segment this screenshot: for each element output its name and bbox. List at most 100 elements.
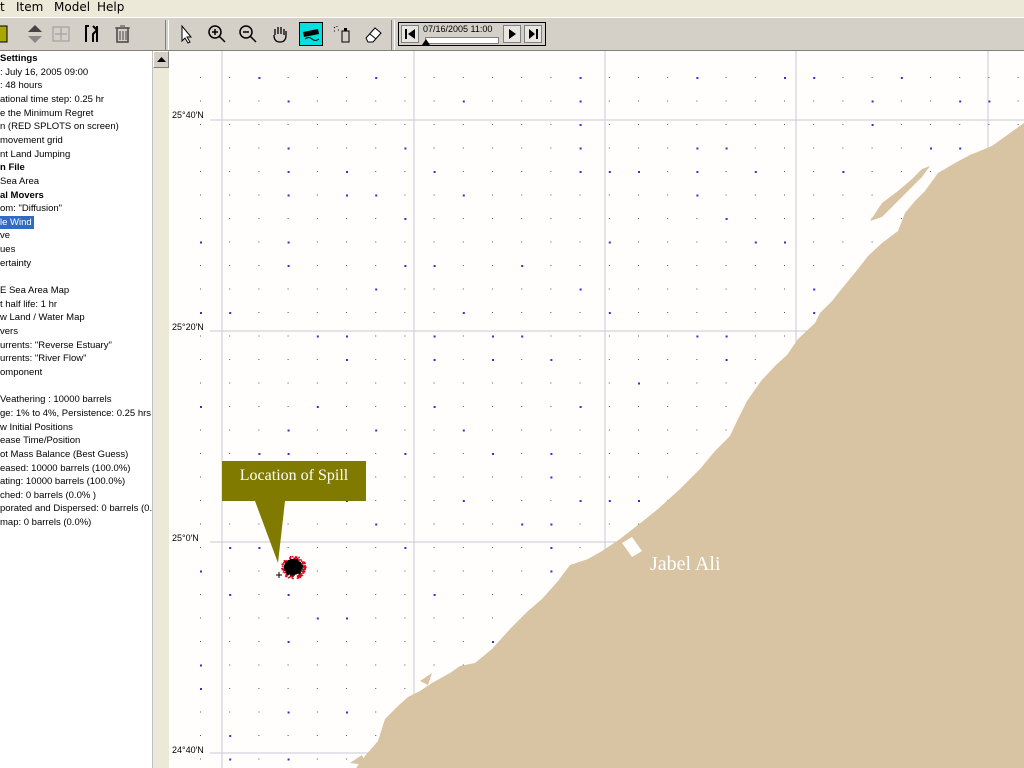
current-arrow xyxy=(696,312,698,313)
current-arrow xyxy=(258,406,260,407)
list-item[interactable]: ertainty xyxy=(0,257,31,270)
list-item[interactable]: ot Mass Balance (Best Guess) xyxy=(0,448,128,461)
list-item[interactable]: E Sea Area Map xyxy=(0,284,69,297)
current-arrow xyxy=(550,194,552,196)
step-forward-button[interactable] xyxy=(503,25,521,43)
list-item[interactable]: Veathering : 10000 barrels xyxy=(0,393,111,406)
current-arrow xyxy=(696,171,699,173)
list-item[interactable]: w Land / Water Map xyxy=(0,311,85,324)
current-arrow xyxy=(433,617,435,619)
current-arrow xyxy=(404,218,407,220)
current-arrow xyxy=(346,265,347,266)
current-arrow xyxy=(754,218,756,219)
list-item[interactable]: map: 0 barrels (0.0%) xyxy=(0,516,91,529)
current-arrow xyxy=(492,594,493,595)
settings-button[interactable] xyxy=(49,22,73,46)
current-arrow xyxy=(667,476,669,478)
eraser-icon[interactable] xyxy=(361,22,385,46)
current-arrow xyxy=(521,100,523,102)
menu-item-item[interactable]: Item xyxy=(16,0,43,15)
spray-can-icon[interactable] xyxy=(330,22,354,46)
current-arrow xyxy=(900,124,902,125)
current-arrow xyxy=(375,288,378,291)
list-item[interactable]: nt Land Jumping xyxy=(0,148,70,161)
arrow-select-icon[interactable] xyxy=(174,22,198,46)
current-arrow xyxy=(404,77,406,78)
current-arrow xyxy=(784,288,785,290)
list-item[interactable]: om: "Diffusion" xyxy=(0,202,62,215)
current-arrow xyxy=(608,406,610,407)
list-item[interactable]: urrents: "River Flow" xyxy=(0,352,86,365)
list-item[interactable]: ues xyxy=(0,243,15,256)
vertical-scrollbar[interactable] xyxy=(152,51,169,768)
list-item[interactable]: ched: 0 barrels (0.0% ) xyxy=(0,489,96,502)
time-slider-track[interactable] xyxy=(425,37,499,44)
list-item[interactable]: : 48 hours xyxy=(0,79,42,92)
spill-tool-icon[interactable] xyxy=(299,22,323,46)
menu-item-edit[interactable]: t xyxy=(0,0,5,15)
trash-icon[interactable] xyxy=(110,22,134,46)
tools-icon[interactable] xyxy=(79,22,103,46)
current-arrow xyxy=(404,194,406,196)
list-item[interactable]: e the Minimum Regret xyxy=(0,107,93,120)
current-arrow xyxy=(696,124,698,125)
current-arrow xyxy=(988,77,990,78)
rewind-button[interactable] xyxy=(401,25,419,43)
menu-item-model[interactable]: Model xyxy=(54,0,90,15)
current-arrow xyxy=(200,594,201,595)
list-item[interactable]: : July 16, 2005 09:00 xyxy=(0,66,88,79)
spill-particle xyxy=(297,577,300,579)
list-item[interactable]: ge: 1% to 4%, Persistence: 0.25 hrs xyxy=(0,407,151,420)
list-item[interactable]: Sea Area xyxy=(0,175,39,188)
current-arrow xyxy=(608,453,610,454)
toolbar-separator xyxy=(165,20,169,50)
current-arrow xyxy=(346,711,348,714)
current-arrow xyxy=(725,194,727,196)
list-item-selected[interactable]: le Wind xyxy=(0,215,34,229)
list-item[interactable]: n File xyxy=(0,161,25,174)
run-to-end-button[interactable] xyxy=(524,25,542,43)
list-item[interactable]: Settings xyxy=(0,52,37,65)
time-slider-thumb[interactable] xyxy=(422,39,431,45)
current-arrow xyxy=(492,218,493,219)
color-swatch-button[interactable] xyxy=(0,22,16,46)
current-arrow xyxy=(258,147,260,149)
list-item[interactable]: ating: 10000 barrels (100.0%) xyxy=(0,475,125,488)
list-item[interactable]: ease Time/Position xyxy=(0,434,80,447)
current-arrow xyxy=(930,100,931,102)
time-display: 07/16/2005 11:00 xyxy=(423,24,493,34)
list-item[interactable]: n (RED SPLOTS on screen) xyxy=(0,120,119,133)
list-item[interactable]: eased: 10000 barrels (100.0%) xyxy=(0,462,130,475)
map-view[interactable]: 25°40′N 25°20′N 25°0′N 24°40′N Location … xyxy=(170,51,1024,768)
current-arrow xyxy=(579,547,581,548)
zoom-out-icon[interactable] xyxy=(236,22,260,46)
current-arrow xyxy=(667,406,669,407)
current-arrow xyxy=(754,241,757,244)
move-up-down-button[interactable] xyxy=(23,22,47,46)
list-item[interactable]: vers xyxy=(0,325,18,338)
current-arrow xyxy=(550,500,552,501)
current-arrow xyxy=(258,171,260,172)
list-item[interactable]: w Initial Positions xyxy=(0,421,73,434)
zoom-in-icon[interactable] xyxy=(205,22,229,46)
list-item[interactable]: movement grid xyxy=(0,134,63,147)
current-arrow xyxy=(229,335,231,337)
hand-pan-icon[interactable] xyxy=(268,22,292,46)
current-arrow xyxy=(200,547,201,548)
current-arrow xyxy=(346,758,347,760)
current-arrow xyxy=(346,241,347,243)
current-arrow xyxy=(229,100,231,102)
list-item[interactable]: porated and Dispersed: 0 barrels (0.0% xyxy=(0,502,152,515)
list-item[interactable]: t half life: 1 hr xyxy=(0,298,57,311)
current-arrow xyxy=(842,241,844,243)
list-item[interactable]: ve xyxy=(0,229,10,242)
menu-item-help[interactable]: Help xyxy=(97,0,124,15)
current-arrow xyxy=(521,547,523,548)
list-item[interactable]: urrents: "Reverse Estuary" xyxy=(0,339,112,352)
list-item[interactable]: al Movers xyxy=(0,189,44,202)
scroll-up-arrow-icon[interactable] xyxy=(153,51,169,68)
current-arrow xyxy=(930,124,931,125)
list-item[interactable]: ational time step: 0.25 hr xyxy=(0,93,104,106)
current-arrow xyxy=(638,312,639,313)
list-item[interactable]: omponent xyxy=(0,366,42,379)
